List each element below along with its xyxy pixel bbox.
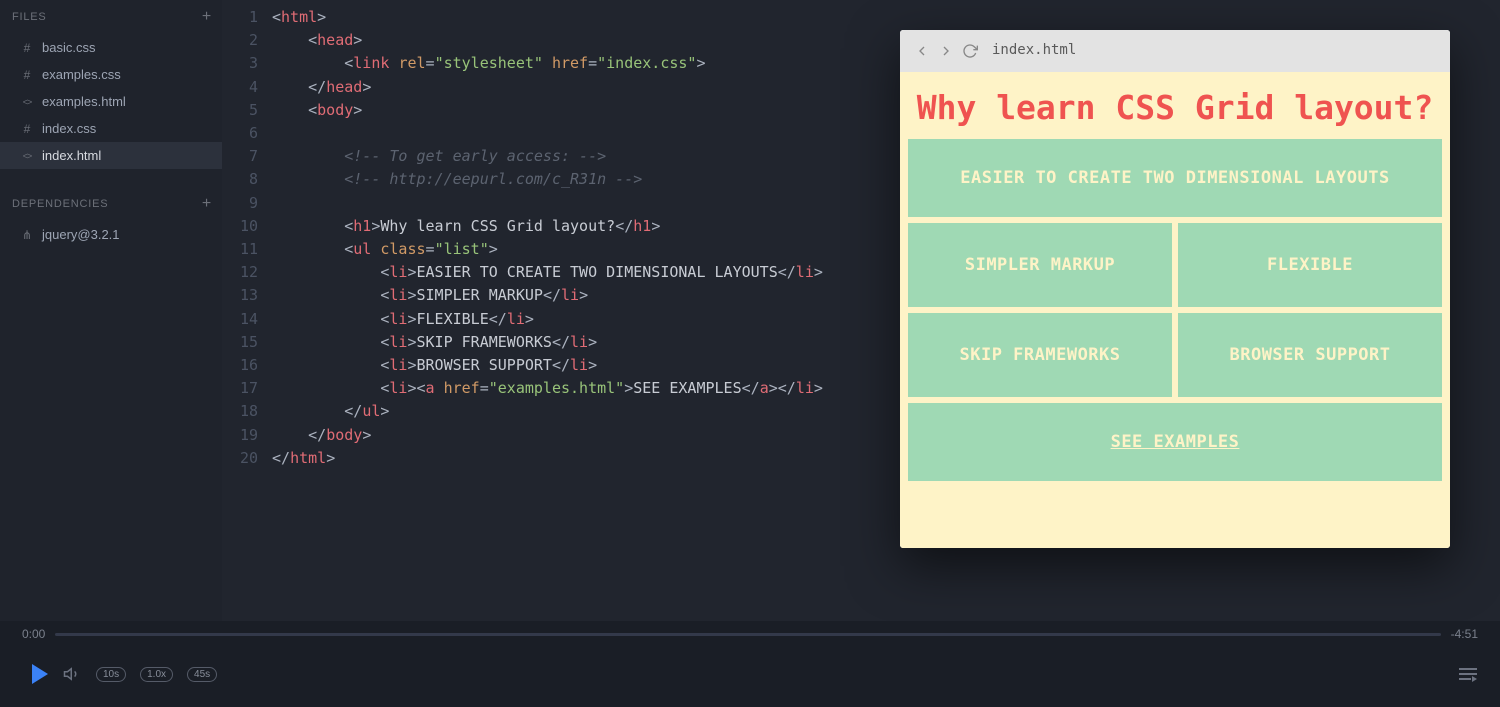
dependency-list: jquery@3.2.1 (0, 221, 222, 248)
file-name: examples.css (42, 67, 121, 82)
reload-icon[interactable] (962, 43, 978, 59)
forward-icon[interactable] (938, 43, 954, 59)
preview-body: Why learn CSS Grid layout? EASIER TO CRE… (900, 72, 1450, 548)
file-name: examples.html (42, 94, 126, 109)
css-file-icon (20, 68, 34, 82)
preview-url: index.html (992, 39, 1076, 62)
css-file-icon (20, 41, 34, 55)
deps-label: DEPENDENCIES (12, 198, 108, 210)
player-controls: 10s 1.0x 45s (22, 641, 1478, 707)
preview-heading: Why learn CSS Grid layout? (906, 96, 1444, 119)
preview-toolbar: index.html (900, 30, 1450, 72)
player-bar: 0:00 -4:51 10s 1.0x 45s (0, 621, 1500, 707)
preview-cell: EASIER TO CREATE TWO DIMENSIONAL LAYOUTS (908, 139, 1442, 217)
skip-forward-button[interactable]: 45s (187, 667, 217, 682)
dependency-name: jquery@3.2.1 (42, 227, 120, 242)
file-name: basic.css (42, 40, 95, 55)
playlist-icon[interactable] (1458, 664, 1478, 684)
css-file-icon (20, 122, 34, 136)
deps-section-header: DEPENDENCIES + (0, 187, 222, 221)
code-editor[interactable]: 1234567891011121314151617181920 <html> <… (222, 0, 1500, 621)
back-icon[interactable] (914, 43, 930, 59)
time-current: 0:00 (22, 627, 45, 641)
preview-cell: SKIP FRAMEWORKS (908, 313, 1172, 397)
add-file-icon[interactable]: + (202, 8, 212, 26)
seek-bar[interactable] (55, 633, 1440, 636)
sidebar: FILES + basic.css examples.css examples.ht… (0, 0, 222, 621)
file-item[interactable]: examples.css (0, 61, 222, 88)
preview-link-cell[interactable]: SEE EXAMPLES (908, 403, 1442, 481)
file-name: index.html (42, 148, 101, 163)
package-icon (20, 228, 34, 242)
files-section-header: FILES + (0, 0, 222, 34)
file-item[interactable]: index.css (0, 115, 222, 142)
skip-back-button[interactable]: 10s (96, 667, 126, 682)
timeline: 0:00 -4:51 (22, 621, 1478, 641)
volume-icon[interactable] (62, 664, 82, 684)
add-dependency-icon[interactable]: + (202, 195, 212, 213)
play-button[interactable] (32, 664, 48, 684)
preview-cell: BROWSER SUPPORT (1178, 313, 1442, 397)
file-list: basic.css examples.css examples.html index.… (0, 34, 222, 169)
preview-pane: index.html Why learn CSS Grid layout? EA… (900, 30, 1450, 548)
time-remaining: -4:51 (1451, 627, 1478, 641)
preview-cell: FLEXIBLE (1178, 223, 1442, 307)
html-file-icon (20, 97, 34, 107)
files-label: FILES (12, 11, 47, 23)
preview-grid: EASIER TO CREATE TWO DIMENSIONAL LAYOUTS… (906, 139, 1444, 481)
dependency-item[interactable]: jquery@3.2.1 (0, 221, 222, 248)
html-file-icon (20, 151, 34, 161)
preview-cell: SIMPLER MARKUP (908, 223, 1172, 307)
file-name: index.css (42, 121, 96, 136)
file-item[interactable]: index.html (0, 142, 222, 169)
file-item[interactable]: examples.html (0, 88, 222, 115)
speed-button[interactable]: 1.0x (140, 667, 173, 682)
line-number-gutter: 1234567891011121314151617181920 (222, 6, 272, 621)
file-item[interactable]: basic.css (0, 34, 222, 61)
